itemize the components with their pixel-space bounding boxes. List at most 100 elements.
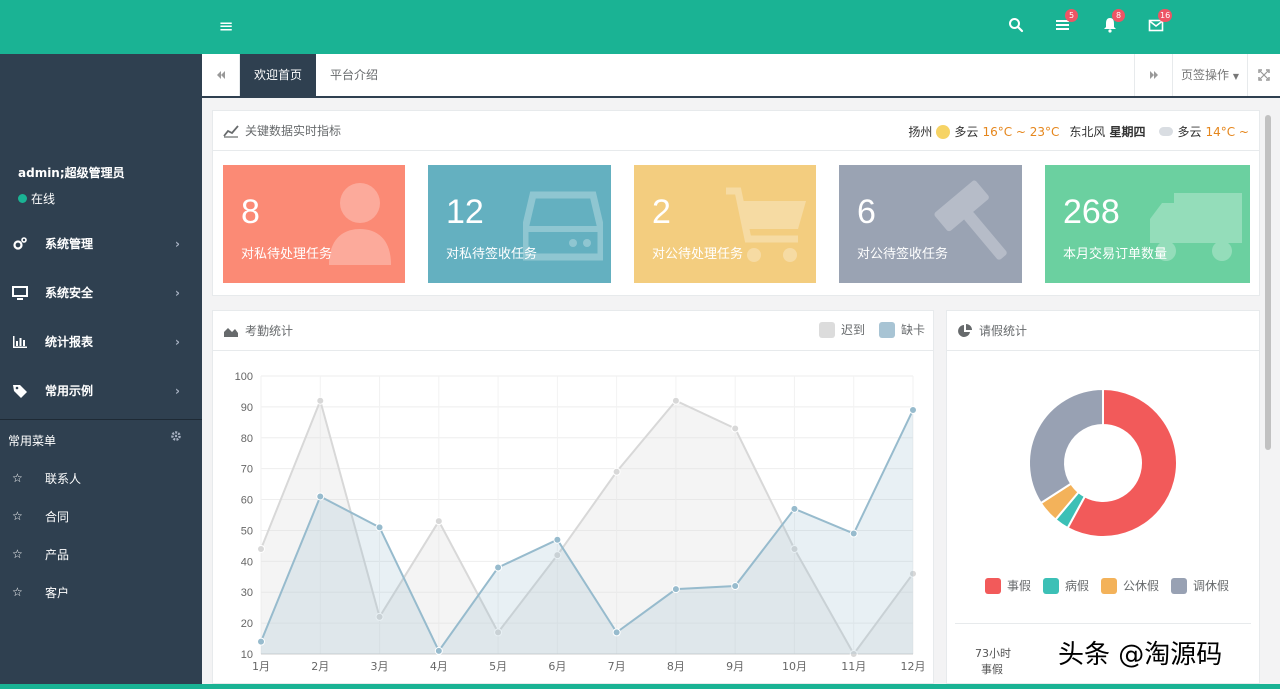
tabs-scroll-right-icon[interactable] (1134, 54, 1172, 96)
weather-today-desc: 多云 (954, 125, 979, 139)
star-icon: ☆ (12, 547, 23, 561)
caret-down-icon: ▼ (1232, 72, 1239, 81)
page-scrollbar[interactable] (1265, 115, 1271, 450)
stat-value: 8 (241, 193, 260, 231)
leave-footer-label: 事假 (981, 663, 1003, 676)
x-tick-label: 7月 (608, 660, 626, 673)
data-point (612, 467, 621, 476)
y-tick-label: 30 (241, 587, 253, 599)
legend-label: 迟到 (840, 323, 865, 337)
legend-label: 公休假 (1123, 579, 1160, 593)
legend-item-comp-leave[interactable]: 调休假 (1171, 577, 1229, 594)
x-tick-label: 9月 (726, 660, 744, 673)
y-tick-label: 100 (235, 371, 253, 383)
legend-item-sick-leave[interactable]: 病假 (1043, 577, 1089, 594)
stat-value: 6 (857, 193, 876, 231)
favorite-item-customers[interactable]: ☆ 客户 (0, 573, 202, 611)
weather-next-desc: 多云 (1177, 125, 1202, 139)
x-tick-label: 3月 (371, 660, 389, 673)
tabs-scroll-left-icon[interactable] (202, 54, 240, 96)
weather-weekday: 星期四 (1109, 125, 1146, 139)
sidebar-item-label: 系统管理 (45, 237, 94, 251)
legend-swatch (818, 321, 835, 338)
tab-platform-intro[interactable]: 平台介绍 (316, 54, 392, 96)
stat-label: 对公待签收任务 (857, 247, 949, 262)
sidebar-item-system-management[interactable]: 系统管理 › (0, 219, 202, 268)
data-point (257, 637, 265, 646)
favorite-item-contracts[interactable]: ☆ 合同 (0, 497, 202, 535)
y-tick-label: 80 (241, 433, 253, 445)
legend-swatch (878, 321, 895, 338)
tabs-bar: 欢迎首页 平台介绍 页签操作 ▼ (202, 54, 1280, 98)
data-point (553, 535, 562, 544)
stat-card-private-sign[interactable]: 12 对私待签收任务 (428, 165, 611, 283)
leave-donut-chart (1028, 387, 1178, 538)
y-tick-label: 70 (241, 464, 253, 476)
donut-slice (1028, 387, 1104, 505)
data-point (731, 582, 740, 591)
x-tick-label: 6月 (548, 660, 566, 673)
tab-operations-dropdown[interactable]: 页签操作 ▼ (1172, 54, 1247, 96)
sidebar-item-system-security[interactable]: 系统安全 › (0, 268, 202, 317)
tab-operations-label: 页签操作 (1181, 68, 1230, 82)
stat-card-monthly-orders[interactable]: 268 本月交易订单数量 (1045, 165, 1250, 283)
legend-item-late[interactable]: 迟到 (818, 321, 865, 338)
chevron-right-icon: › (175, 285, 180, 300)
star-icon: ☆ (12, 471, 23, 485)
legend-item-public-leave[interactable]: 公休假 (1101, 577, 1159, 594)
pie-chart-icon (958, 323, 972, 337)
sidebar-item-label: 系统安全 (45, 286, 94, 300)
bar-chart-icon (13, 335, 27, 348)
favorite-item-contacts[interactable]: ☆ 联系人 (0, 459, 202, 497)
sidebar-item-reports[interactable]: 统计报表 › (0, 317, 202, 366)
leave-footer-hours: 73小时 (975, 647, 1011, 660)
data-point (671, 585, 680, 594)
sidebar-item-examples[interactable]: 常用示例 › (0, 366, 202, 415)
bell-icon[interactable]: 8 (1102, 9, 1125, 37)
data-point (434, 517, 443, 526)
legend-label: 缺卡 (900, 323, 925, 337)
legend-item-missing[interactable]: 缺卡 (878, 321, 925, 338)
data-point (375, 523, 384, 532)
legend-label: 病假 (1065, 579, 1090, 593)
y-tick-label: 50 (241, 525, 253, 537)
stat-label: 对公待处理任务 (652, 247, 744, 262)
favorite-item-products[interactable]: ☆ 产品 (0, 535, 202, 573)
x-tick-label: 1月 (252, 660, 270, 673)
legend-label: 调休假 (1193, 579, 1230, 593)
tasks-icon[interactable]: 5 (1055, 9, 1078, 37)
main-content: 关键数据实时指标 扬州 多云 16°C ~ 23°C 东北风 星期四 多云 14… (202, 98, 1280, 684)
online-dot-icon (18, 194, 27, 203)
favorites-section-title: 常用菜单 (8, 434, 57, 448)
data-point (257, 544, 265, 553)
data-point (790, 504, 799, 513)
search-icon[interactable] (1008, 17, 1028, 37)
x-tick-label: 10月 (782, 660, 807, 673)
fullscreen-icon[interactable] (1247, 54, 1280, 96)
legend-swatch (1171, 577, 1188, 594)
data-point (316, 492, 325, 501)
data-point (731, 424, 740, 433)
weather-next-temp: 14°C ~ (1205, 124, 1249, 139)
x-tick-label: 2月 (311, 660, 329, 673)
stat-card-public-sign[interactable]: 6 对公待签收任务 (839, 165, 1022, 283)
kpi-panel-header: 关键数据实时指标 扬州 多云 16°C ~ 23°C 东北风 星期四 多云 14… (213, 111, 1259, 151)
star-icon: ☆ (12, 509, 23, 523)
y-tick-label: 90 (241, 402, 253, 414)
attendance-panel-header: 考勤统计 迟到 缺卡 (213, 311, 933, 351)
data-point (316, 396, 325, 405)
legend-item-personal-leave[interactable]: 事假 (985, 577, 1031, 594)
notifications-badge: 8 (1112, 9, 1125, 22)
stat-card-private-pending[interactable]: 8 对私待处理任务 (223, 165, 405, 283)
attendance-legend: 迟到 缺卡 (818, 321, 925, 338)
gear-icon[interactable] (170, 430, 182, 442)
envelope-icon[interactable]: 16 (1148, 9, 1173, 37)
tab-welcome[interactable]: 欢迎首页 (240, 54, 317, 96)
stat-card-public-pending[interactable]: 2 对公待处理任务 (634, 165, 816, 283)
stat-value: 2 (652, 193, 671, 231)
stat-label: 对私待处理任务 (241, 247, 333, 262)
favorite-item-label: 合同 (45, 509, 70, 524)
x-tick-label: 5月 (489, 660, 507, 673)
legend-label: 事假 (1007, 579, 1032, 593)
menu-toggle-icon[interactable]: ≡ (214, 15, 238, 39)
